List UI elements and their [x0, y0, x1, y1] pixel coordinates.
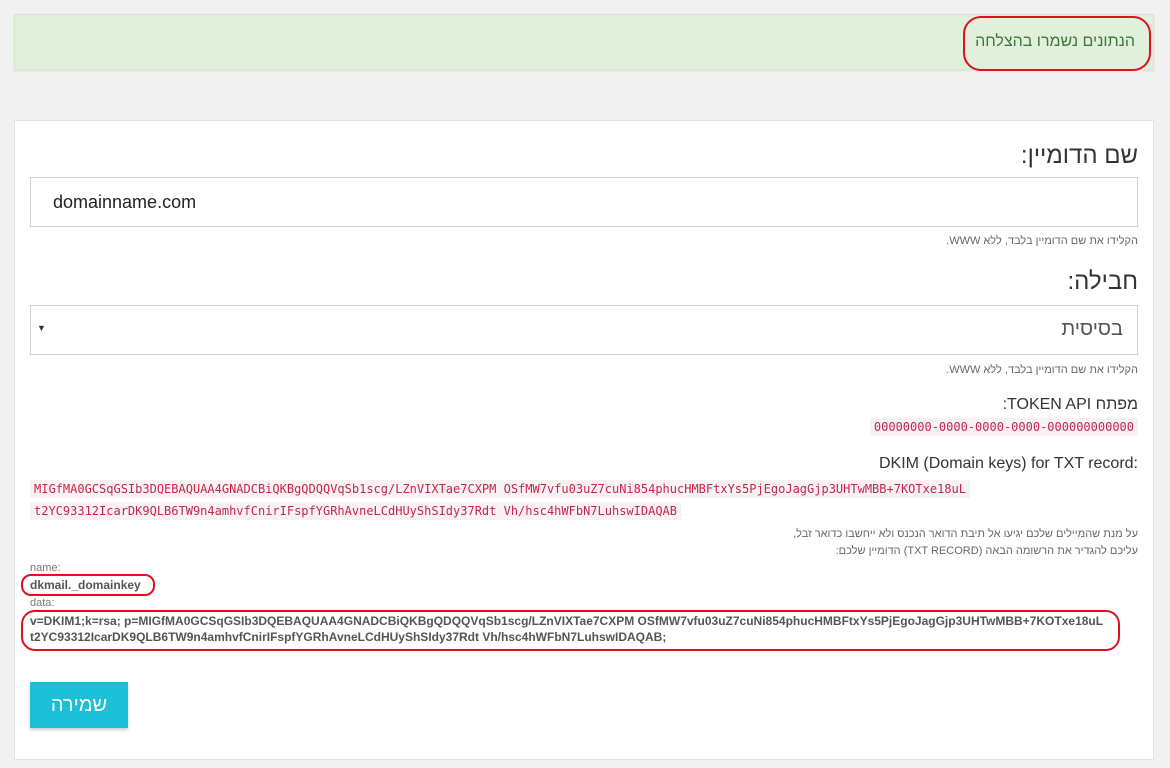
instructions-line-2: עליכם להגדיר את הרשומה הבאה (TXT RECORD)… [835, 545, 1138, 557]
domain-help-text: הקלידו את שם הדומיין בלבד, ללא WWW. [946, 235, 1138, 247]
package-select[interactable]: בסיסית ▼ [30, 305, 1138, 355]
dkim-key-line-2: t2YC93312IcarDK9QLB6TW9n4amhvfCnirIFspfY… [30, 502, 681, 520]
caret-down-icon: ▼ [37, 323, 46, 333]
record-data-line-2: t2YC93312IcarDK9QLB6TW9n4amhvfCnirIFspfY… [30, 630, 667, 644]
package-label: חבילה: [1067, 268, 1139, 295]
success-message: הנתונים נשמרו בהצלחה [975, 33, 1135, 50]
token-label: מפתח TOKEN API: [1002, 396, 1138, 413]
domain-input[interactable] [30, 177, 1138, 227]
instructions-line-1: על מנת שהמיילים שלכם יגיעו אל תיבת הדואר… [793, 528, 1138, 540]
dkim-label: DKIM (Domain keys) for TXT record: [878, 455, 1138, 472]
record-name-value: dkmail._domainkey [30, 578, 141, 592]
record-name-label: name: [30, 562, 61, 574]
package-help-text: הקלידו את שם הדומיין בלבד, ללא WWW. [946, 364, 1138, 376]
token-value: 00000000-0000-0000-0000-000000000000 [869, 418, 1138, 436]
package-selected-value: בסיסית [1061, 318, 1123, 340]
record-data-label: data: [30, 597, 55, 609]
success-alert: הנתונים נשמרו בהצלחה [14, 14, 1154, 70]
save-button[interactable]: שמירה [30, 682, 128, 728]
dkim-key-line-1: MIGfMA0GCSqGSIb3DQEBAQUAA4GNADCBiQKBgQDQ… [30, 480, 970, 498]
record-data-line-1: v=DKIM1;k=rsa; p=MIGfMA0GCSqGSIb3DQEBAQU… [30, 614, 1104, 628]
domain-label: שם הדומיין: [1020, 142, 1138, 169]
